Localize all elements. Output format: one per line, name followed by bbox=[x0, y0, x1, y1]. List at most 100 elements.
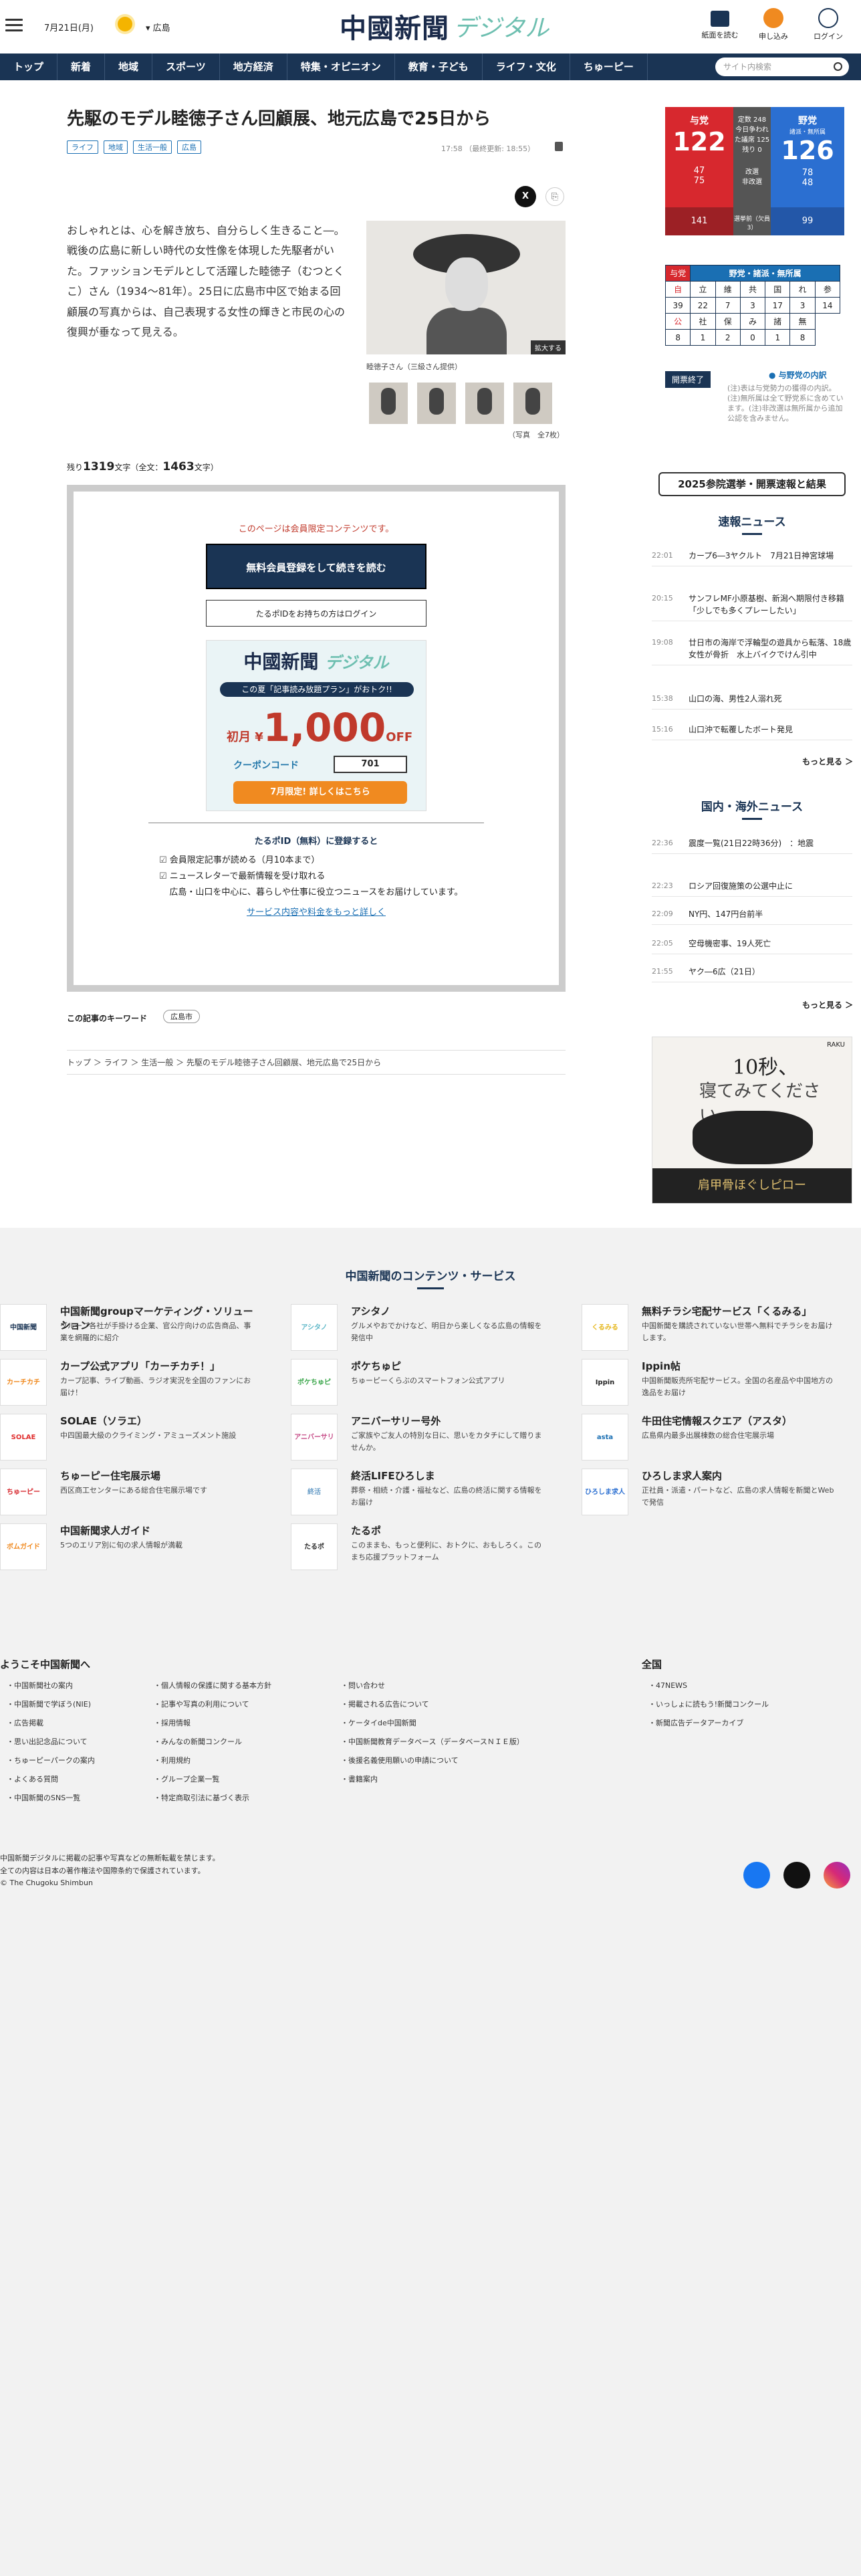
nav-item[interactable]: ライフ・文化 bbox=[483, 53, 570, 80]
service-item[interactable]: ひろしま求人 ひろしま求人案内 正社員・派遣・パートなど、広島の求人情報を新聞とWe… bbox=[582, 1469, 836, 1522]
region-selector[interactable]: ▾ 広島 bbox=[146, 21, 170, 33]
services-link[interactable]: サービス内容や料金をもっと詳しく bbox=[74, 905, 559, 918]
service-item[interactable]: ポケちゅピ ポケちゅピ ちゅーピーくらぶのスマートフォン公式アプリ bbox=[291, 1359, 545, 1412]
service-item[interactable]: 中国新聞group中国新聞groupマーケティング・ソリューショングループ各社が… bbox=[0, 1304, 254, 1358]
x-icon[interactable] bbox=[783, 1862, 810, 1889]
footer-link[interactable]: 書籍案内 bbox=[341, 1774, 378, 1784]
footer-link[interactable]: グループ企業一覧 bbox=[154, 1774, 219, 1784]
footer-link[interactable]: 思い出記念品について bbox=[7, 1736, 88, 1747]
footer-link[interactable]: ケータイde中国新聞 bbox=[341, 1717, 416, 1728]
breakdown-link[interactable]: ● 与野党の内訳 bbox=[769, 369, 827, 381]
photo-thumbnail[interactable] bbox=[369, 383, 408, 424]
nav-item[interactable]: 新着 bbox=[57, 53, 106, 80]
footer-link[interactable]: 個人情報の保護に関する基本方針 bbox=[154, 1680, 271, 1691]
instagram-icon[interactable] bbox=[824, 1862, 850, 1889]
news-item[interactable]: 22:09 NY円、147円台前半 bbox=[652, 908, 852, 925]
service-description: ちゅーピーくらぶのスマートフォン公式アプリ bbox=[351, 1376, 505, 1385]
news-item[interactable]: 21:55 ヤク―6広（21日） bbox=[652, 966, 852, 982]
footer-link[interactable]: 採用情報 bbox=[154, 1717, 191, 1728]
news-item[interactable]: 22:36 震度一覧(21日22時36分) ：地震 bbox=[652, 837, 852, 854]
footer-link[interactable]: 中国新聞で学ぼう(NIE) bbox=[7, 1699, 91, 1709]
service-item[interactable]: アニバーサリー アニバーサリー号外ご家族やご友人の特別な日に、思いをカタチにして贈… bbox=[291, 1414, 545, 1467]
footer-link[interactable]: 中国新聞のSNS一覧 bbox=[7, 1792, 80, 1803]
nav-item[interactable]: ちゅーピー bbox=[570, 53, 648, 80]
breaking-more-link[interactable]: もっと見る ＞ bbox=[802, 756, 853, 767]
nav-item[interactable]: 教育・子ども bbox=[395, 53, 483, 80]
footer-link[interactable]: 問い合わせ bbox=[341, 1680, 385, 1691]
election-widget[interactable]: 与党 122 47 75 定数 248 今日争われた議席 125 残り 0 改選… bbox=[665, 107, 852, 253]
service-item[interactable]: asta 牛田住宅情報スクエア（アスタ） 広島県内最多出展棟数の総合住宅展示場 bbox=[582, 1414, 836, 1467]
service-item[interactable]: たるポ たるポ このままも、もっと便利に、おトクに、おもしろく。このまち応援プラット… bbox=[291, 1523, 545, 1577]
service-item[interactable]: ボムガイド 中国新聞求人ガイド 5つのエリア別に旬の求人情報が満載 bbox=[0, 1523, 254, 1577]
nav-item[interactable]: 地域 bbox=[105, 53, 153, 80]
keyword-tag[interactable]: 広島市 bbox=[163, 1010, 200, 1023]
article-tag[interactable]: 広島 bbox=[177, 140, 201, 154]
election-results-button[interactable]: 2025参院選挙・開票速報と結果 bbox=[658, 472, 846, 496]
paper-button[interactable]: 紙面を読む bbox=[698, 8, 742, 40]
service-item[interactable]: くるみる 無料チラシ宅配サービス「くるみる」 中国新聞を購読されていない世帯へ無料で… bbox=[582, 1304, 836, 1358]
service-item[interactable]: 終活 終活LIFEひろしま 葬祭・相続・介護・福祉など、広島の終活に関する情報をお届… bbox=[291, 1469, 545, 1522]
news-item[interactable]: 22:05 空母機密事、19人死亡 bbox=[652, 938, 852, 954]
photo-thumbnail[interactable] bbox=[465, 383, 504, 424]
nav-item[interactable]: 特集・オピニオン bbox=[287, 53, 395, 80]
login-button[interactable]: ログイン bbox=[806, 8, 850, 41]
news-item[interactable]: 19:08 廿日市の海岸で浮輪型の遊具から転落、18歳女性が骨折 水上バイクでけん… bbox=[652, 637, 852, 665]
service-description: 葬祭・相続・介護・福祉など、広島の終活に関する情報をお届け bbox=[351, 1486, 542, 1507]
id-login-button[interactable]: たるポIDをお持ちの方はログイン bbox=[206, 600, 426, 627]
footer-link[interactable]: 後援名義使用願いの申請について bbox=[341, 1755, 459, 1765]
news-item[interactable]: 22:23 ロシア回復施策の公選中止に bbox=[652, 880, 852, 897]
service-item[interactable]: Ippin Ippin帖 中国新聞販売所宅配サービス。全国の名産品や中国地方の逸品を… bbox=[582, 1359, 836, 1412]
photo-caption: 睦徳子さん（三級さん提供） bbox=[366, 362, 462, 371]
news-item[interactable]: 15:16 山口沖で転覆したボート発見 bbox=[652, 724, 852, 740]
banner-amount: 1,000 bbox=[263, 705, 386, 750]
world-more-link[interactable]: もっと見る ＞ bbox=[802, 999, 853, 1010]
footer-link[interactable]: 新聞広告データアーカイブ bbox=[648, 1717, 743, 1728]
nav-item[interactable]: 地方経済 bbox=[220, 53, 287, 80]
menu-icon[interactable] bbox=[5, 19, 23, 32]
footer-link[interactable]: いっしょに読もう!新聞コンクール bbox=[648, 1699, 769, 1709]
service-item[interactable]: カーチカチ カープ公式アプリ「カーチカチ！」 カープ記事、ライブ動画、ラジオ実況を全… bbox=[0, 1359, 254, 1412]
footer-link[interactable]: 47NEWS bbox=[648, 1680, 687, 1691]
news-item[interactable]: 22:01 カープ6―3ヤクルト 7月21日神宮球場 bbox=[652, 550, 852, 566]
news-time: 22:01 bbox=[652, 551, 673, 560]
banner-details-button[interactable]: 7月限定! 詳しくはこちら bbox=[233, 781, 407, 804]
facebook-icon[interactable] bbox=[743, 1862, 770, 1889]
article-tag[interactable]: 生活一般 bbox=[133, 140, 172, 154]
footer-link[interactable]: 特定商取引法に基づく表示 bbox=[154, 1792, 249, 1803]
site-logo[interactable]: 中國新聞 デジタル bbox=[340, 8, 549, 44]
footer-link[interactable]: みんなの新聞コンクール bbox=[154, 1736, 242, 1747]
footer-link[interactable]: 中国新聞教育データベース（データベースＮＩＥ版） bbox=[341, 1736, 524, 1747]
zoom-button[interactable]: 拡大する bbox=[531, 340, 566, 354]
lock-icon bbox=[555, 142, 563, 151]
footer-services-title: 中国新聞のコンテンツ・サービス bbox=[0, 1267, 861, 1289]
article-tag[interactable]: ライフ bbox=[67, 140, 98, 154]
service-item[interactable]: ちゅーピー ちゅーピー住宅展示場 西区商工センターにある総合住宅展示場です bbox=[0, 1469, 254, 1522]
footer-link[interactable]: よくある質問 bbox=[7, 1774, 58, 1784]
footer-link[interactable]: 記事や写真の利用について bbox=[154, 1699, 249, 1709]
footer-link[interactable]: ちゅーピーパークの案内 bbox=[7, 1755, 95, 1765]
photo-thumbnail[interactable] bbox=[417, 383, 456, 424]
main-photo[interactable]: 拡大する bbox=[366, 221, 566, 354]
campaign-banner[interactable]: 中國新聞 デジタル この夏「記事読み放題プラン」がおトク!! 初月 ¥1,000… bbox=[206, 640, 426, 811]
news-item[interactable]: 20:15 サンフレMF小原基樹、新潟へ期限付き移籍「少しでも多くプレーしたい」 bbox=[652, 593, 852, 621]
news-item[interactable]: 15:38 山口の海、男性2人溺れ死 bbox=[652, 693, 852, 710]
subscribe-button[interactable]: 申し込み bbox=[751, 8, 795, 41]
service-item[interactable]: SOLAE SOLAE（ソラエ） 中四国最大級のクライミング・アミューズメント施設 bbox=[0, 1414, 254, 1467]
news-time: 22:05 bbox=[652, 939, 673, 948]
footer-link[interactable]: 利用規約 bbox=[154, 1755, 191, 1765]
footer-link[interactable]: 広告掲載 bbox=[7, 1717, 43, 1728]
article-tag[interactable]: 地域 bbox=[104, 140, 128, 154]
search-icon[interactable] bbox=[834, 62, 842, 71]
footer-link[interactable]: 掲載される広告について bbox=[341, 1699, 429, 1709]
footer-link[interactable]: 中国新聞社の案内 bbox=[7, 1680, 73, 1691]
service-item[interactable]: アシタノ アシタノ グルメやおでかけなど、明日から楽しくなる広島の情報を発信中 bbox=[291, 1304, 545, 1358]
x-share-icon[interactable]: X bbox=[515, 186, 536, 207]
search-input[interactable]: サイト内検索 bbox=[715, 58, 849, 76]
link-copy-icon[interactable]: ⎘ bbox=[545, 187, 564, 206]
nav-item[interactable]: トップ bbox=[0, 53, 58, 80]
register-button[interactable]: 無料会員登録をして続きを読む bbox=[206, 544, 426, 589]
nav-item[interactable]: スポーツ bbox=[152, 53, 220, 80]
advertisement[interactable]: RAKU 10秒、 寝てみてください。 肩甲骨ほぐしピロー bbox=[652, 1037, 852, 1204]
photo-thumbnail[interactable] bbox=[513, 383, 552, 424]
breadcrumb[interactable]: トップ ＞ ライフ ＞ 生活一般 ＞ 先駆のモデル睦徳子さん回顧展、地元広島で2… bbox=[67, 1050, 566, 1075]
